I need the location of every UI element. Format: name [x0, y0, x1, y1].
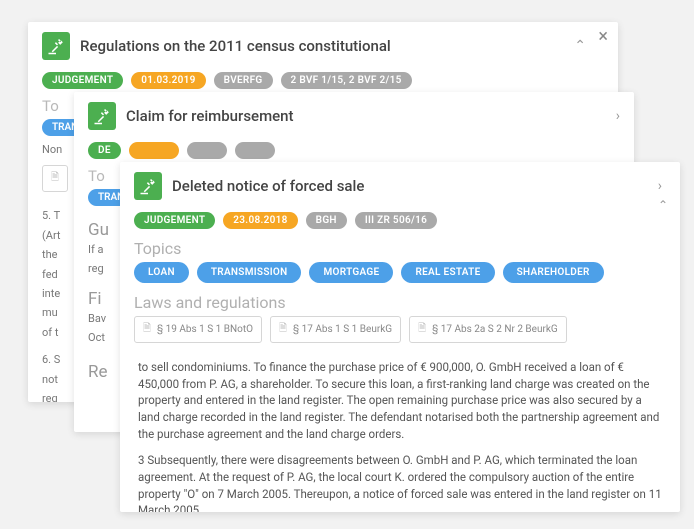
laws-row: 🗎 § 19 Abs 1 S 1 BNotO 🗎 § 17 Abs 1 S 1 Be… [120, 312, 680, 347]
topics-row: LOAN TRANSMISSION MORTGAGE REAL ESTATE S… [120, 258, 680, 287]
document-icon: 🗎 [279, 321, 287, 338]
badge-row: JUDGEMENT 23.08.2018 BGH III ZR 506/16 [120, 208, 680, 233]
close-icon[interactable]: × [598, 28, 608, 46]
topic-shareholder[interactable]: SHAREHOLDER [503, 262, 604, 283]
law-text: § 17 Abs 2a S 2 Nr 2 BeurkG [432, 324, 558, 335]
chevron-up-icon[interactable]: ⌃ [658, 198, 668, 212]
card-header: Deleted notice of forced sale › [120, 162, 680, 208]
law-chip[interactable]: 🗎 § 19 Abs 1 S 1 BNotO [134, 316, 262, 343]
document-icon: 🗎 [143, 321, 151, 338]
card-title: Claim for reimbursement [126, 107, 606, 125]
chevron-right-icon[interactable]: › [616, 108, 620, 124]
law-chip[interactable]: 🗎 § 17 Abs 2a S 2 Nr 2 BeurkG [409, 316, 567, 343]
chevron-right-icon[interactable]: › [658, 178, 662, 194]
card-header: Regulations on the 2011 census constitut… [28, 22, 618, 68]
doc-chip[interactable]: 🗎 [42, 165, 68, 192]
gavel-icon [88, 102, 116, 130]
ref-badge: III ZR 506/16 [355, 212, 437, 229]
ref-badge [235, 142, 275, 159]
gavel-icon [42, 32, 70, 60]
document-icon: 🗎 [51, 170, 59, 187]
court-badge: BGH [306, 212, 347, 229]
card-header: Claim for reimbursement › [74, 92, 634, 138]
topics-label: Topics [120, 233, 680, 258]
gavel-icon [134, 172, 162, 200]
body-text: to sell condominiums. To finance the pur… [120, 347, 680, 512]
paragraph: to sell condominiums. To finance the pur… [138, 359, 662, 442]
type-badge: JUDGEMENT [42, 72, 123, 89]
paragraph: 3 Subsequently, there were disagreements… [138, 452, 662, 512]
document-icon: 🗎 [418, 321, 426, 338]
ref-badge: 2 BVF 1/15, 2 BVF 2/15 [281, 72, 412, 89]
badge-row: DE [74, 138, 634, 163]
court-badge: BVERFG [214, 72, 273, 89]
topic-real-estate[interactable]: REAL ESTATE [401, 262, 494, 283]
date-badge: 23.08.2018 [223, 212, 297, 229]
chevron-up-icon[interactable]: ⌃ [574, 38, 586, 54]
topic-loan[interactable]: LOAN [134, 262, 189, 283]
type-badge: DE [88, 142, 121, 159]
date-badge: 01.03.2019 [131, 72, 205, 89]
date-badge [129, 142, 179, 159]
badge-row: JUDGEMENT 01.03.2019 BVERFG 2 BVF 1/15, … [28, 68, 618, 93]
law-text: § 19 Abs 1 S 1 BNotO [157, 324, 253, 335]
topic-mortgage[interactable]: MORTGAGE [309, 262, 393, 283]
type-badge: JUDGEMENT [134, 212, 215, 229]
court-badge [187, 142, 227, 159]
law-text: § 17 Abs 1 S 1 BeurkG [293, 324, 392, 335]
card-title: Regulations on the 2011 census constitut… [80, 37, 564, 55]
law-chip[interactable]: 🗎 § 17 Abs 1 S 1 BeurkG [270, 316, 401, 343]
result-card-3: Deleted notice of forced sale › ⌃ JUDGEM… [120, 162, 680, 512]
topic-transmission[interactable]: TRANSMISSION [197, 262, 302, 283]
laws-label: Laws and regulations [120, 287, 680, 312]
card-title: Deleted notice of forced sale [172, 177, 648, 195]
